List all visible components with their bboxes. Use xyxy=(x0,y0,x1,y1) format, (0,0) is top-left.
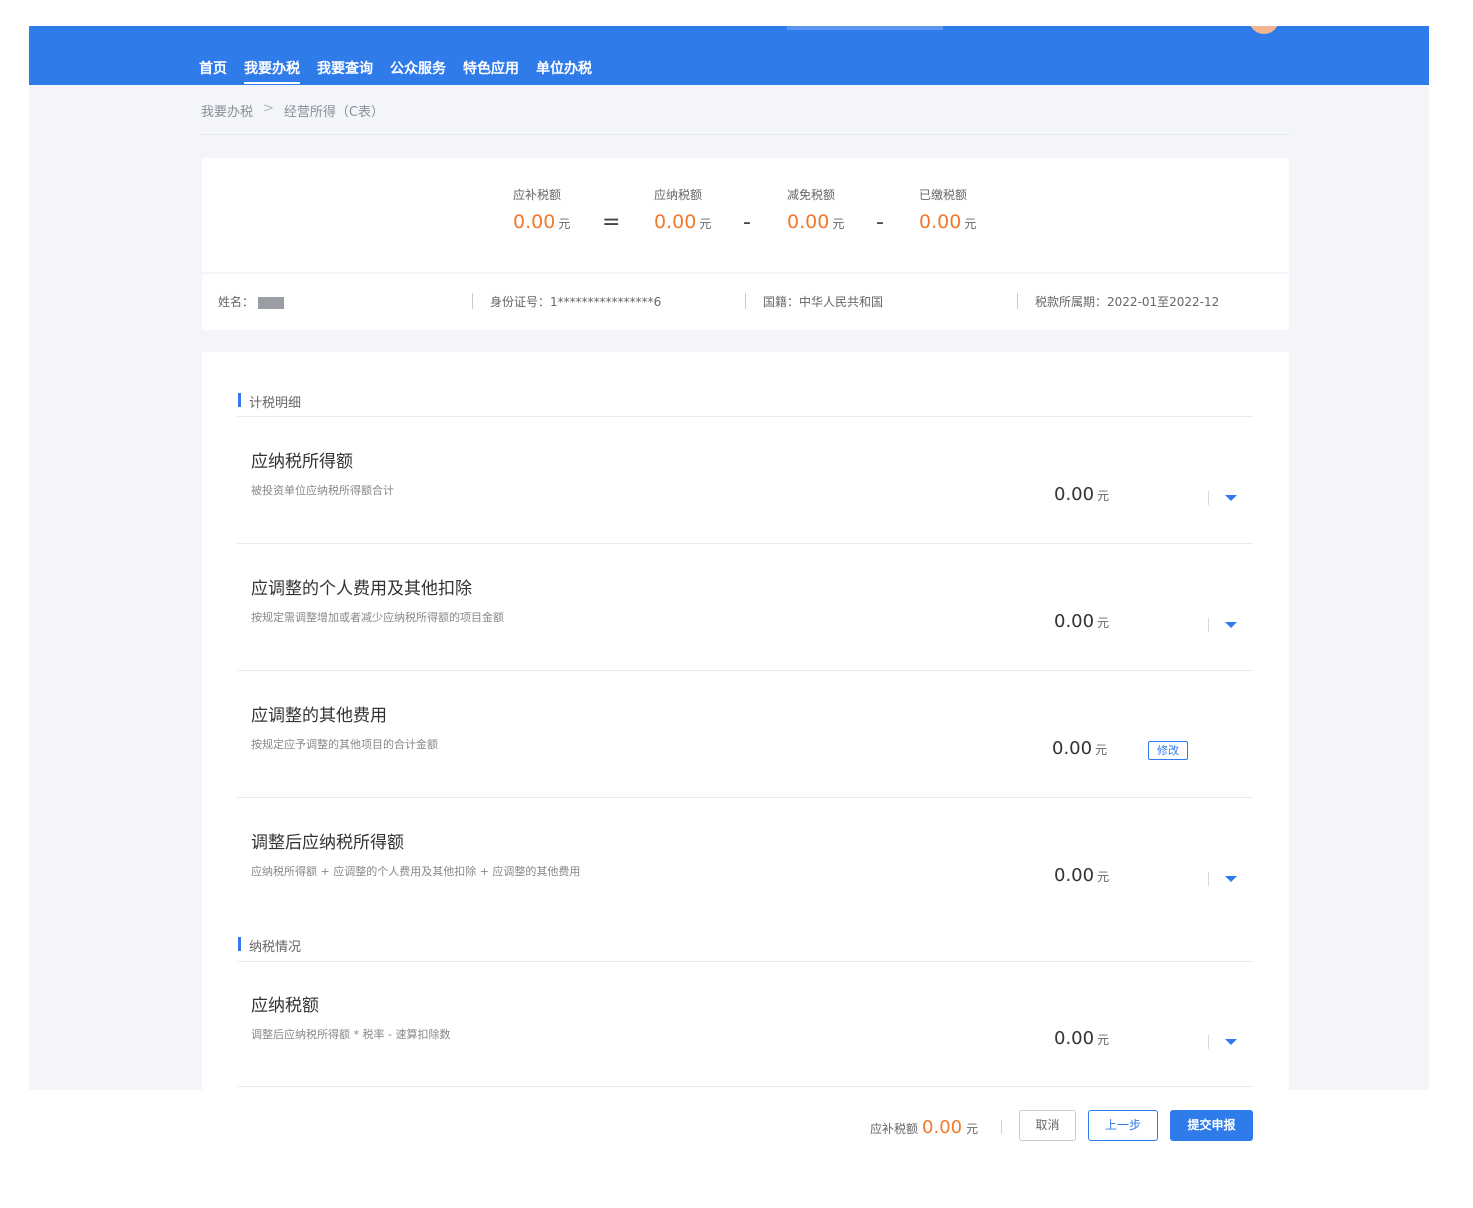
summary-unit: 元 xyxy=(832,217,845,231)
taxpayer-info-bar: 姓名： 身份证号：1****************6 国籍：中华人民共和国 税… xyxy=(202,274,1289,330)
nav-item-home[interactable]: 首页 xyxy=(199,58,227,84)
summary-tax-paid: 已缴税额 0.00 元 xyxy=(919,188,977,233)
info-nationality: 国籍：中华人民共和国 xyxy=(763,295,884,309)
section-divider xyxy=(237,961,1253,962)
summary-unit: 元 xyxy=(699,217,712,231)
redacted-name xyxy=(258,296,285,309)
summary-value: 0.00 xyxy=(787,211,830,233)
footer-divider xyxy=(1001,1120,1002,1134)
top-navigation-bar: 首页 我要办税 我要查询 公众服务 特色应用 单位办税 xyxy=(29,26,1429,85)
row-divider xyxy=(237,670,1253,671)
cancel-button[interactable]: 取消 xyxy=(1019,1110,1076,1141)
caret-divider xyxy=(1208,491,1209,505)
chevron-down-icon[interactable] xyxy=(1225,876,1237,882)
search-highlight xyxy=(787,26,943,30)
main-nav: 首页 我要办税 我要查询 公众服务 特色应用 单位办税 xyxy=(199,58,609,84)
summary-value: 0.00 xyxy=(654,211,697,233)
nav-item-public-service[interactable]: 公众服务 xyxy=(390,58,446,84)
row-title: 应纳税所得额 xyxy=(251,452,353,472)
breadcrumb-parent[interactable]: 我要办税 xyxy=(201,101,253,120)
row-desc: 应纳税所得额 + 应调整的个人费用及其他扣除 + 应调整的其他费用 xyxy=(251,865,581,878)
summary-tax-payable: 应纳税额 0.00 元 xyxy=(654,188,712,233)
nav-item-featured-apps[interactable]: 特色应用 xyxy=(463,58,519,84)
row-desc: 被投资单位应纳税所得额合计 xyxy=(251,484,394,497)
breadcrumb-current: 经营所得（C表） xyxy=(283,105,384,120)
submit-button[interactable]: 提交申报 xyxy=(1170,1110,1253,1141)
row-value: 0.00 元 xyxy=(1052,738,1108,759)
chevron-down-icon[interactable] xyxy=(1225,1039,1237,1045)
summary-value: 0.00 xyxy=(513,211,556,233)
minus-operator: - xyxy=(743,210,751,235)
equals-operator: = xyxy=(602,210,621,235)
footer-amount: 0.00 xyxy=(922,1117,963,1138)
section-title-tax-detail: 计税明细 xyxy=(238,392,301,411)
section-divider xyxy=(237,416,1253,417)
info-id-number: 身份证号：1****************6 xyxy=(490,295,662,309)
info-name: 姓名： xyxy=(218,293,285,310)
footer-total: 应补税额 0.00 元 xyxy=(870,1117,979,1138)
edit-button[interactable]: 修改 xyxy=(1148,741,1188,760)
nav-item-unit-tax[interactable]: 单位办税 xyxy=(536,58,592,84)
nav-item-query[interactable]: 我要查询 xyxy=(317,58,373,84)
row-desc: 按规定需调整增加或者减少应纳税所得额的项目金额 xyxy=(251,611,504,624)
caret-divider xyxy=(1208,1035,1209,1049)
row-value: 0.00 元 xyxy=(1054,611,1110,632)
previous-step-button[interactable]: 上一步 xyxy=(1088,1110,1158,1141)
caret-divider xyxy=(1208,872,1209,886)
chevron-right-icon: > xyxy=(263,101,274,116)
minus-operator: - xyxy=(876,210,884,235)
chevron-down-icon[interactable] xyxy=(1225,495,1237,501)
tax-summary-panel: 应补税额 0.00 元 = 应纳税额 0.00 元 - 减免税额 0.00 元 - 已… xyxy=(202,158,1289,272)
summary-unit: 元 xyxy=(964,217,977,231)
chevron-down-icon[interactable] xyxy=(1225,622,1237,628)
caret-divider xyxy=(1208,618,1209,632)
app-window: 首页 我要办税 我要查询 公众服务 特色应用 单位办税 我要办税 > 经营所得（… xyxy=(29,26,1429,1090)
nav-item-tax-filing[interactable]: 我要办税 xyxy=(244,58,300,84)
summary-payable-supplement: 应补税额 0.00 元 xyxy=(513,188,571,233)
info-divider xyxy=(1017,293,1018,309)
breadcrumb-divider xyxy=(201,134,1289,135)
info-tax-period: 税款所属期：2022-01至2022-12 xyxy=(1035,295,1220,309)
info-divider xyxy=(745,293,746,309)
tax-detail-card: 计税明细 应纳税所得额 被投资单位应纳税所得额合计 0.00 元 应调整的个人费用… xyxy=(202,352,1289,1090)
summary-unit: 元 xyxy=(558,217,571,231)
section-title-tax-status: 纳税情况 xyxy=(238,936,301,955)
avatar[interactable] xyxy=(1249,26,1279,34)
row-divider xyxy=(237,797,1253,798)
row-desc: 调整后应纳税所得额 * 税率 - 速算扣除数 xyxy=(251,1028,451,1041)
row-desc: 按规定应予调整的其他项目的合计金额 xyxy=(251,738,438,751)
row-title: 应调整的其他费用 xyxy=(251,706,387,726)
info-divider xyxy=(472,293,473,309)
breadcrumb: 我要办税 > 经营所得（C表） xyxy=(201,101,384,120)
row-divider xyxy=(237,543,1253,544)
row-title: 应纳税额 xyxy=(251,996,319,1016)
row-title: 调整后应纳税所得额 xyxy=(251,833,404,853)
row-value: 0.00 元 xyxy=(1054,865,1110,886)
row-divider xyxy=(237,1086,1253,1087)
row-title: 应调整的个人费用及其他扣除 xyxy=(251,579,472,599)
summary-tax-reduction: 减免税额 0.00 元 xyxy=(787,188,845,233)
row-value: 0.00 元 xyxy=(1054,1028,1110,1049)
footer-action-bar: 应补税额 0.00 元 取消 上一步 提交申报 xyxy=(0,1090,1473,1208)
summary-value: 0.00 xyxy=(919,211,962,233)
row-value: 0.00 元 xyxy=(1054,484,1110,505)
